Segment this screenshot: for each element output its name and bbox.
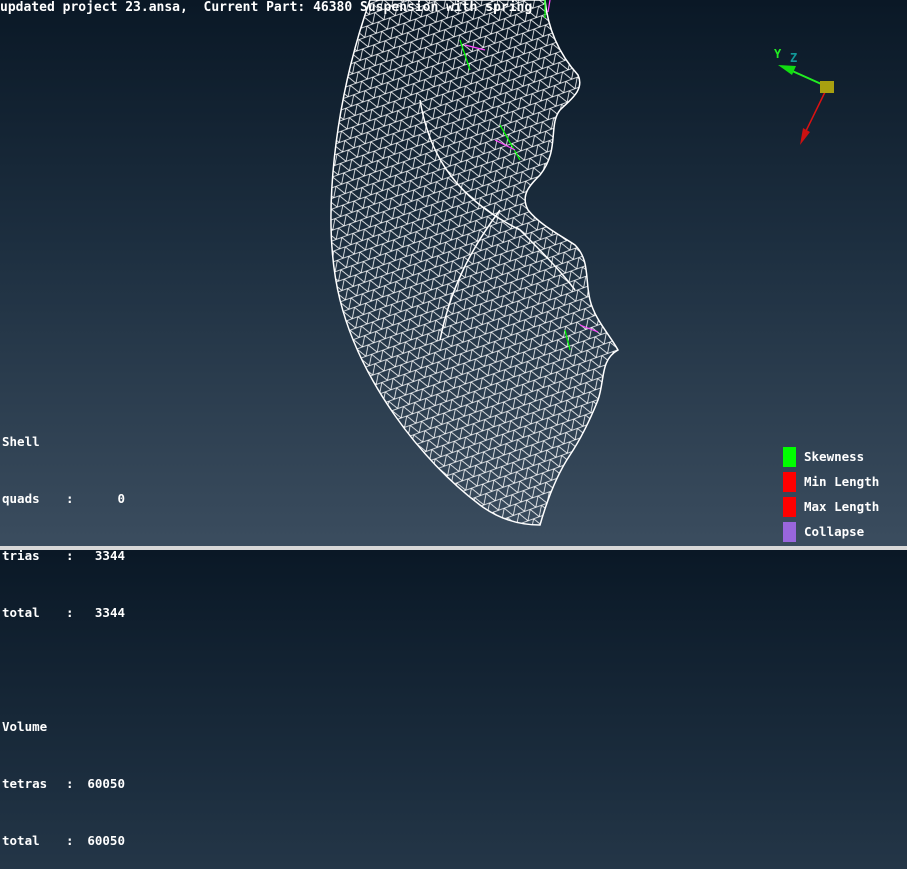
bottom-toolbar-edge bbox=[0, 546, 907, 550]
stat-separator: : bbox=[66, 776, 74, 791]
legend-label: Skewness bbox=[804, 449, 865, 464]
legend-item-skewness[interactable]: Skewness bbox=[783, 444, 879, 469]
stat-label: tetras bbox=[2, 776, 48, 791]
legend-label: Min Length bbox=[804, 474, 880, 489]
legend-label: Collapse bbox=[804, 524, 865, 539]
stat-label: total bbox=[2, 833, 40, 848]
axis-z-label: Z bbox=[790, 51, 797, 65]
stat-row: total:60050 bbox=[2, 831, 125, 850]
quality-legend: Skewness Min Length Max Length Collapse bbox=[783, 444, 879, 544]
mesh-statistics: Shell quads:0 trias:3344 total:3344 Volu… bbox=[2, 394, 125, 869]
window-title: updated project 23.ansa, Current Part: 4… bbox=[0, 0, 533, 15]
legend-swatch bbox=[783, 496, 796, 517]
stat-row: tetras:60050 bbox=[2, 774, 125, 793]
mesh-viewport[interactable]: Y Z bbox=[0, 0, 907, 550]
legend-item-min-length[interactable]: Min Length bbox=[783, 469, 879, 494]
stat-value: 3344 bbox=[94, 605, 125, 620]
legend-item-max-length[interactable]: Max Length bbox=[783, 494, 879, 519]
stat-label: total bbox=[2, 605, 40, 620]
legend-swatch bbox=[783, 471, 796, 492]
stat-value: 0 bbox=[117, 491, 125, 506]
legend-item-collapse[interactable]: Collapse bbox=[783, 519, 879, 544]
axis-y-label: Y bbox=[774, 47, 782, 61]
stat-row: total: 3344 bbox=[2, 603, 125, 622]
legend-label: Max Length bbox=[804, 499, 880, 514]
legend-swatch bbox=[783, 521, 796, 542]
legend-swatch bbox=[783, 446, 796, 467]
stat-separator: : bbox=[66, 833, 74, 848]
stat-label: quads bbox=[2, 491, 40, 506]
volume-heading: Volume bbox=[2, 719, 48, 734]
stat-separator: : bbox=[66, 491, 74, 506]
stat-separator: : bbox=[66, 605, 74, 620]
stat-value: 60050 bbox=[87, 776, 125, 791]
shell-heading: Shell bbox=[2, 434, 40, 449]
axis-triad: Y Z bbox=[774, 47, 834, 145]
mesh-part bbox=[330, 0, 620, 526]
stat-row: quads: 0 bbox=[2, 489, 125, 508]
stat-value: 60050 bbox=[87, 833, 125, 848]
